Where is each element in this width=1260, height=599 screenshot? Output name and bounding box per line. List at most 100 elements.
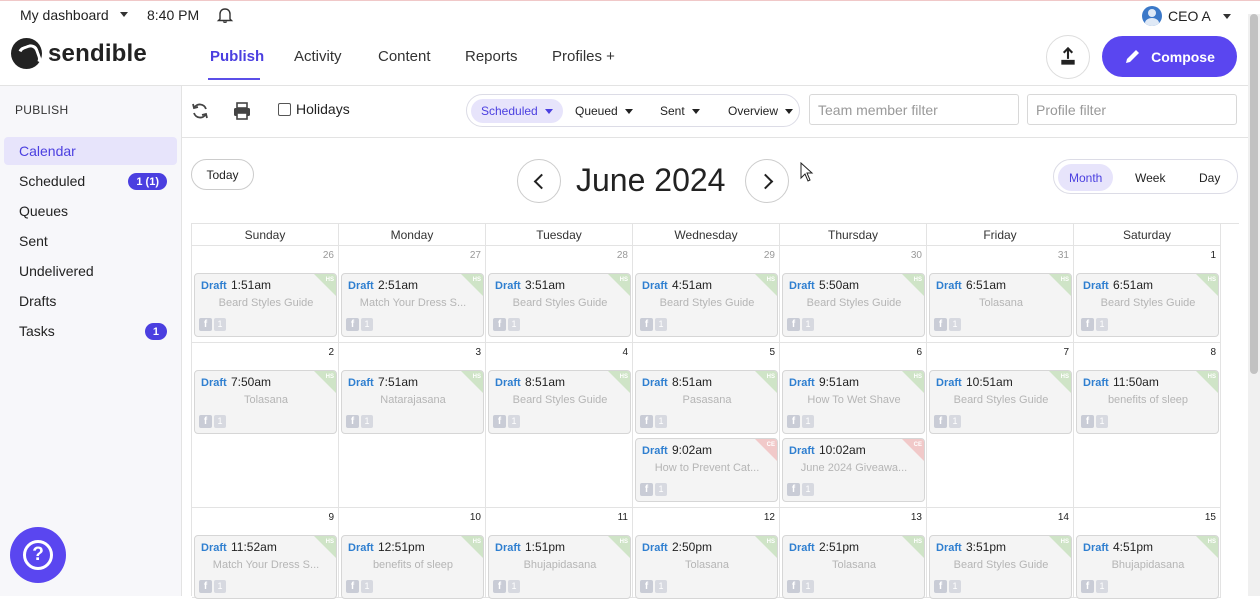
next-month-button[interactable] bbox=[745, 159, 789, 203]
post-card[interactable]: CE Draft 9:02am How to Prevent Cat... f 1 bbox=[635, 438, 778, 502]
post-card[interactable]: HS Draft 3:51am Beard Styles Guide f 1 bbox=[488, 273, 631, 337]
day-cell[interactable]: 29 HS Draft 4:51am Beard Styles Guide f 1 bbox=[633, 246, 780, 343]
day-number: 29 bbox=[763, 250, 775, 261]
holidays-checkbox[interactable] bbox=[278, 103, 291, 116]
view-month[interactable]: Month bbox=[1058, 164, 1114, 191]
tab-publish[interactable]: Publish bbox=[210, 48, 264, 65]
sidebar-item-sent[interactable]: Sent bbox=[4, 227, 177, 255]
weekday-header: Sunday bbox=[192, 224, 339, 246]
filter-sent[interactable]: Sent bbox=[650, 99, 710, 123]
post-card[interactable]: HS Draft 6:51am Beard Styles Guide f 1 bbox=[1076, 273, 1219, 337]
day-number: 15 bbox=[1204, 512, 1216, 523]
day-cell[interactable]: 27 HS Draft 2:51am Match Your Dress S... f 1 bbox=[339, 246, 486, 343]
post-card[interactable]: HS Draft 11:50am benefits of sleep f 1 bbox=[1076, 370, 1219, 434]
day-cell[interactable]: 6 HS Draft 9:51am How To Wet Shave f 1 CE Draft 1… bbox=[780, 343, 927, 508]
post-card[interactable]: HS Draft 2:51am Match Your Dress S... f 1 bbox=[341, 273, 484, 337]
sidebar-item-queues[interactable]: Queues bbox=[4, 197, 177, 225]
filter-overview[interactable]: Overview bbox=[718, 99, 803, 123]
day-cell[interactable]: 8 HS Draft 11:50am benefits of sleep f 1 bbox=[1074, 343, 1221, 508]
post-card[interactable]: HS Draft 2:51pm Tolasana f 1 bbox=[782, 535, 925, 599]
post-status-tag: Draft bbox=[936, 542, 962, 554]
post-card[interactable]: HS Draft 8:51am Pasasana f 1 bbox=[635, 370, 778, 434]
sidebar-item-label: Undelivered bbox=[19, 263, 94, 279]
scrollbar-thumb[interactable] bbox=[1250, 14, 1258, 374]
day-number: 7 bbox=[1063, 347, 1069, 358]
day-cell[interactable]: 11 HS Draft 1:51pm Bhujapidasana f 1 bbox=[486, 508, 633, 599]
filter-scheduled[interactable]: Scheduled bbox=[471, 99, 563, 123]
day-cell[interactable]: 28 HS Draft 3:51am Beard Styles Guide f 1 bbox=[486, 246, 633, 343]
post-card[interactable]: HS Draft 3:51pm Beard Styles Guide f 1 bbox=[929, 535, 1072, 599]
filter-queued[interactable]: Queued bbox=[565, 99, 643, 123]
day-cell[interactable]: 10 HS Draft 12:51pm benefits of sleep f 1 bbox=[339, 508, 486, 599]
sidebar-item-calendar[interactable]: Calendar bbox=[4, 137, 177, 165]
facebook-icon: f bbox=[640, 580, 653, 593]
print-icon[interactable] bbox=[232, 101, 252, 121]
filter-label: Sent bbox=[660, 104, 685, 118]
post-card[interactable]: HS Draft 1:51pm Bhujapidasana f 1 bbox=[488, 535, 631, 599]
chevron-down-icon[interactable] bbox=[120, 12, 128, 17]
post-card[interactable]: HS Draft 11:52am Match Your Dress S... f 1 bbox=[194, 535, 337, 599]
day-cell[interactable]: 3 HS Draft 7:51am Natarajasana f 1 bbox=[339, 343, 486, 508]
post-card[interactable]: HS Draft 7:50am Tolasana f 1 bbox=[194, 370, 337, 434]
previous-month-button[interactable] bbox=[517, 159, 561, 203]
day-cell[interactable]: 26 HS Draft 1:51am Beard Styles Guide f 1 bbox=[192, 246, 339, 343]
post-status-tag: Draft bbox=[789, 445, 815, 457]
sidebar-item-drafts[interactable]: Drafts bbox=[4, 287, 177, 315]
post-card[interactable]: HS Draft 4:51pm Bhujapidasana f 1 bbox=[1076, 535, 1219, 599]
day-cell[interactable]: 2 HS Draft 7:50am Tolasana f 1 bbox=[192, 343, 339, 508]
post-card[interactable]: HS Draft 12:51pm benefits of sleep f 1 bbox=[341, 535, 484, 599]
profile-initials: HS bbox=[1207, 277, 1216, 283]
post-card[interactable]: HS Draft 6:51am Tolasana f 1 bbox=[929, 273, 1072, 337]
post-card[interactable]: CE Draft 10:02am June 2024 Giveawa... f 1 bbox=[782, 438, 925, 502]
day-cell[interactable]: 5 HS Draft 8:51am Pasasana f 1 CE Draft 9:02am How… bbox=[633, 343, 780, 508]
day-cell[interactable]: 15 HS Draft 4:51pm Bhujapidasana f 1 bbox=[1074, 508, 1221, 599]
refresh-icon[interactable] bbox=[190, 101, 210, 121]
sidebar-item-tasks[interactable]: Tasks 1 bbox=[4, 317, 177, 345]
scrollbar[interactable] bbox=[1248, 14, 1260, 596]
holidays-label[interactable]: Holidays bbox=[296, 101, 350, 117]
day-cell[interactable]: 31 HS Draft 6:51am Tolasana f 1 bbox=[927, 246, 1074, 343]
post-card[interactable]: HS Draft 5:50am Beard Styles Guide f 1 bbox=[782, 273, 925, 337]
day-number: 9 bbox=[328, 512, 334, 523]
day-cell[interactable]: 1 HS Draft 6:51am Beard Styles Guide f 1 bbox=[1074, 246, 1221, 343]
tab-activity[interactable]: Activity bbox=[294, 48, 342, 65]
compose-button[interactable]: Compose bbox=[1102, 36, 1237, 77]
post-card[interactable]: HS Draft 8:51am Beard Styles Guide f 1 bbox=[488, 370, 631, 434]
profile-filter-input[interactable] bbox=[1027, 94, 1237, 125]
day-cell[interactable]: 12 HS Draft 2:50pm Tolasana f 1 bbox=[633, 508, 780, 599]
sidebar-item-label: Sent bbox=[19, 233, 48, 249]
post-card[interactable]: HS Draft 10:51am Beard Styles Guide f 1 bbox=[929, 370, 1072, 434]
top-bar: My dashboard 8:40 PM CEO A bbox=[0, 0, 1260, 30]
sidebar-item-undelivered[interactable]: Undelivered bbox=[4, 257, 177, 285]
upload-button[interactable] bbox=[1046, 35, 1090, 79]
post-card[interactable]: HS Draft 9:51am How To Wet Shave f 1 bbox=[782, 370, 925, 434]
post-card[interactable]: HS Draft 7:51am Natarajasana f 1 bbox=[341, 370, 484, 434]
post-card[interactable]: HS Draft 1:51am Beard Styles Guide f 1 bbox=[194, 273, 337, 337]
view-week[interactable]: Week bbox=[1124, 164, 1176, 191]
tab-profiles[interactable]: Profiles + bbox=[552, 48, 615, 65]
day-cell[interactable]: 14 HS Draft 3:51pm Beard Styles Guide f 1 bbox=[927, 508, 1074, 599]
facebook-icon: f bbox=[640, 415, 653, 428]
day-cell[interactable]: 9 HS Draft 11:52am Match Your Dress S... f 1 bbox=[192, 508, 339, 599]
facebook-icon: f bbox=[1081, 318, 1094, 331]
sidebar-item-scheduled[interactable]: Scheduled 1 (1) bbox=[4, 167, 177, 195]
day-cell[interactable]: 4 HS Draft 8:51am Beard Styles Guide f 1 bbox=[486, 343, 633, 508]
post-card[interactable]: HS Draft 2:50pm Tolasana f 1 bbox=[635, 535, 778, 599]
team-member-filter-input[interactable] bbox=[809, 94, 1019, 125]
today-button[interactable]: Today bbox=[191, 159, 254, 190]
day-cell[interactable]: 13 HS Draft 2:51pm Tolasana f 1 bbox=[780, 508, 927, 599]
day-cell[interactable]: 30 HS Draft 5:50am Beard Styles Guide f 1 bbox=[780, 246, 927, 343]
facebook-icon: f bbox=[493, 318, 506, 331]
bell-icon[interactable] bbox=[216, 6, 234, 24]
tab-reports[interactable]: Reports bbox=[465, 48, 518, 65]
view-day[interactable]: Day bbox=[1188, 164, 1231, 191]
day-cell[interactable]: 7 HS Draft 10:51am Beard Styles Guide f 1 bbox=[927, 343, 1074, 508]
dashboard-selector[interactable]: My dashboard bbox=[20, 7, 109, 23]
tab-content[interactable]: Content bbox=[378, 48, 431, 65]
post-card[interactable]: HS Draft 4:51am Beard Styles Guide f 1 bbox=[635, 273, 778, 337]
profile-initials: HS bbox=[619, 277, 628, 283]
profile-initials: HS bbox=[472, 374, 481, 380]
brand-logo[interactable]: sendible bbox=[11, 38, 147, 69]
help-button[interactable]: ? bbox=[10, 527, 66, 583]
user-menu[interactable]: CEO A bbox=[1142, 5, 1231, 27]
